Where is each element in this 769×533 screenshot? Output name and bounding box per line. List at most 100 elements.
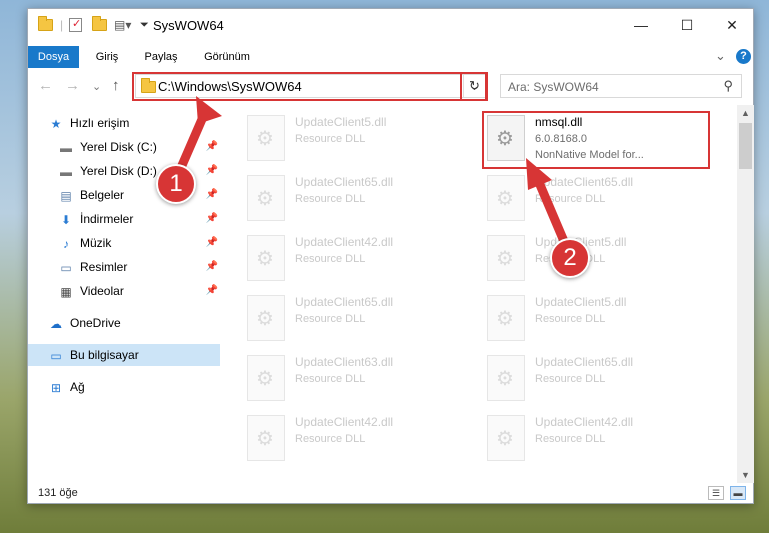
expand-ribbon-icon[interactable]: ⌄ xyxy=(715,48,726,64)
sidebar-item-label: OneDrive xyxy=(70,316,121,330)
dll-file-icon: ⚙ xyxy=(487,415,525,461)
scroll-up-icon[interactable]: ▲ xyxy=(737,105,754,121)
details-view-icon[interactable]: ☰ xyxy=(708,486,724,500)
new-folder-icon[interactable] xyxy=(92,9,107,41)
file-name: UpdateClient65.dll xyxy=(535,175,634,189)
list-item[interactable]: ⚙ UpdateClient63.dll Resource DLL xyxy=(247,353,477,413)
file-description: NonNative Model for... xyxy=(535,149,644,161)
list-item[interactable]: ⚙ UpdateClient42.dll Resource DLL xyxy=(247,233,477,293)
sidebar-item-label: Belgeler xyxy=(80,188,125,202)
computer-icon: ▭ xyxy=(50,348,62,363)
highlighted-file-item[interactable]: ⚙ nmsql.dll 6.0.8168.0 NonNative Model f… xyxy=(487,113,717,173)
sidebar-item-disk-c[interactable]: ▬ Yerel Disk (C:) 📌 xyxy=(58,136,218,158)
sidebar-item-videos[interactable]: ▦ Videolar 📌 xyxy=(58,280,218,302)
separator: | xyxy=(60,18,64,32)
file-type: Resource DLL xyxy=(295,193,366,205)
pin-icon[interactable]: 📌 xyxy=(206,160,218,182)
dll-file-icon: ⚙ xyxy=(247,355,285,401)
search-icon[interactable]: ⚲ xyxy=(723,78,733,94)
pin-icon[interactable]: 📌 xyxy=(206,280,218,302)
sidebar-item-label: Resimler xyxy=(80,260,128,274)
drive-icon: ▬ xyxy=(60,140,72,155)
file-type: Resource DLL xyxy=(295,433,366,445)
search-input[interactable]: Ara: SysWOW64 ⚲ xyxy=(500,74,742,98)
sidebar-item-pictures[interactable]: ▭ Resimler 📌 xyxy=(58,256,218,278)
list-item[interactable]: ⚙ UpdateClient5.dll Resource DLL xyxy=(247,113,477,173)
maximize-button[interactable]: ☐ xyxy=(664,9,710,41)
quick-access-dropdown-icon[interactable]: ⏷ xyxy=(140,9,149,41)
file-name: UpdateClient42.dll xyxy=(535,415,634,429)
file-name: UpdateClient65.dll xyxy=(295,175,394,189)
pin-icon[interactable]: 📌 xyxy=(206,208,218,230)
callout-badge-2: 2 xyxy=(550,238,590,278)
file-name: UpdateClient65.dll xyxy=(535,355,634,369)
refresh-button[interactable]: ↻ xyxy=(463,75,485,97)
dll-file-icon: ⚙ xyxy=(487,355,525,401)
tab-view[interactable]: Görünüm xyxy=(198,46,256,68)
search-placeholder: Ara: SysWOW64 xyxy=(508,80,599,94)
dll-file-icon: ⚙ xyxy=(247,175,285,221)
pictures-icon: ▭ xyxy=(60,260,72,275)
music-icon: ♪ xyxy=(63,236,69,251)
tab-home[interactable]: Giriş xyxy=(88,46,126,68)
sidebar-item-label: Yerel Disk (D:) xyxy=(80,164,157,178)
navigation-pane: ★ Hızlı erişim ▬ Yerel Disk (C:) 📌 ▬ Yerel … xyxy=(28,107,220,482)
navigation-bar: ← → ⌄ ↑ C:\Windows\SysWOW64 ⌄ ↻ Ara: Sys… xyxy=(28,72,753,102)
help-button[interactable]: ? xyxy=(736,49,751,64)
file-type: Resource DLL xyxy=(535,313,606,325)
sidebar-item-onedrive[interactable]: ☁ OneDrive xyxy=(48,312,218,334)
tiles-view-icon[interactable]: ▬ xyxy=(730,486,746,500)
cloud-icon: ☁ xyxy=(50,316,62,331)
dll-file-icon: ⚙ xyxy=(487,175,525,221)
status-bar: 131 öğe ☰ ▬ xyxy=(28,483,753,505)
forward-button[interactable]: → xyxy=(65,77,80,94)
dll-file-icon: ⚙ xyxy=(247,415,285,461)
drive-icon: ▬ xyxy=(60,164,72,179)
sidebar-item-label: Bu bilgisayar xyxy=(70,348,139,362)
list-item[interactable]: ⚙ UpdateClient42.dll Resource DLL xyxy=(247,413,477,473)
file-type: Resource DLL xyxy=(295,313,366,325)
pin-icon[interactable]: 📌 xyxy=(206,256,218,278)
back-button[interactable]: ← xyxy=(38,77,53,94)
list-item[interactable]: ⚙ UpdateClient65.dll Resource DLL xyxy=(247,293,477,353)
sidebar-item-music[interactable]: ♪ Müzik 📌 xyxy=(58,232,218,254)
address-path[interactable]: C:\Windows\SysWOW64 xyxy=(158,79,302,94)
customize-icon[interactable]: ▤▾ xyxy=(114,9,131,41)
list-item[interactable]: ⚙ UpdateClient65.dll Resource DLL xyxy=(487,353,717,413)
pin-icon[interactable]: 📌 xyxy=(206,232,218,254)
list-item[interactable]: ⚙ UpdateClient5.dll Resource DLL xyxy=(487,233,717,293)
pin-icon[interactable]: 📌 xyxy=(206,136,218,158)
scroll-down-icon[interactable]: ▼ xyxy=(737,467,754,483)
up-button[interactable]: ↑ xyxy=(112,77,120,94)
file-name: UpdateClient42.dll xyxy=(295,415,394,429)
dll-file-icon: ⚙ xyxy=(247,115,285,161)
pin-icon[interactable]: 📌 xyxy=(206,184,218,206)
dll-file-icon: ⚙ xyxy=(247,295,285,341)
dll-file-icon: ⚙ xyxy=(487,115,525,161)
minimize-button[interactable]: — xyxy=(618,9,664,41)
sidebar-item-quick-access[interactable]: ★ Hızlı erişim xyxy=(48,112,218,134)
list-item[interactable]: ⚙ UpdateClient65.dll Resource DLL xyxy=(487,173,717,233)
close-button[interactable]: ✕ xyxy=(709,9,755,41)
sidebar-item-downloads[interactable]: ⬇ İndirmeler 📌 xyxy=(58,208,218,230)
recent-locations-button[interactable]: ⌄ xyxy=(92,80,101,93)
list-item[interactable]: ⚙ UpdateClient5.dll Resource DLL xyxy=(487,293,717,353)
file-name: UpdateClient5.dll xyxy=(535,295,627,309)
vertical-scrollbar[interactable]: ▲ ▼ xyxy=(737,105,754,483)
scroll-thumb[interactable] xyxy=(739,123,752,169)
sidebar-item-network[interactable]: ⊞ Ağ xyxy=(48,376,218,398)
list-item[interactable]: ⚙ UpdateClient65.dll Resource DLL xyxy=(247,173,477,233)
dll-file-icon: ⚙ xyxy=(487,235,525,281)
properties-icon[interactable]: ✓ xyxy=(69,9,82,41)
address-bar[interactable]: C:\Windows\SysWOW64 ⌄ xyxy=(135,74,487,98)
tab-file[interactable]: Dosya xyxy=(28,46,79,68)
file-name: UpdateClient42.dll xyxy=(295,235,394,249)
list-item[interactable]: ⚙ UpdateClient42.dll Resource DLL xyxy=(487,413,717,473)
tab-share[interactable]: Paylaş xyxy=(139,46,183,68)
file-version: 6.0.8168.0 xyxy=(535,133,587,145)
file-name: UpdateClient63.dll xyxy=(295,355,394,369)
download-icon: ⬇ xyxy=(60,212,72,227)
folder-icon xyxy=(38,9,53,41)
sidebar-item-this-pc[interactable]: ▭ Bu bilgisayar xyxy=(28,344,220,366)
sidebar-item-label: Ağ xyxy=(70,380,85,394)
